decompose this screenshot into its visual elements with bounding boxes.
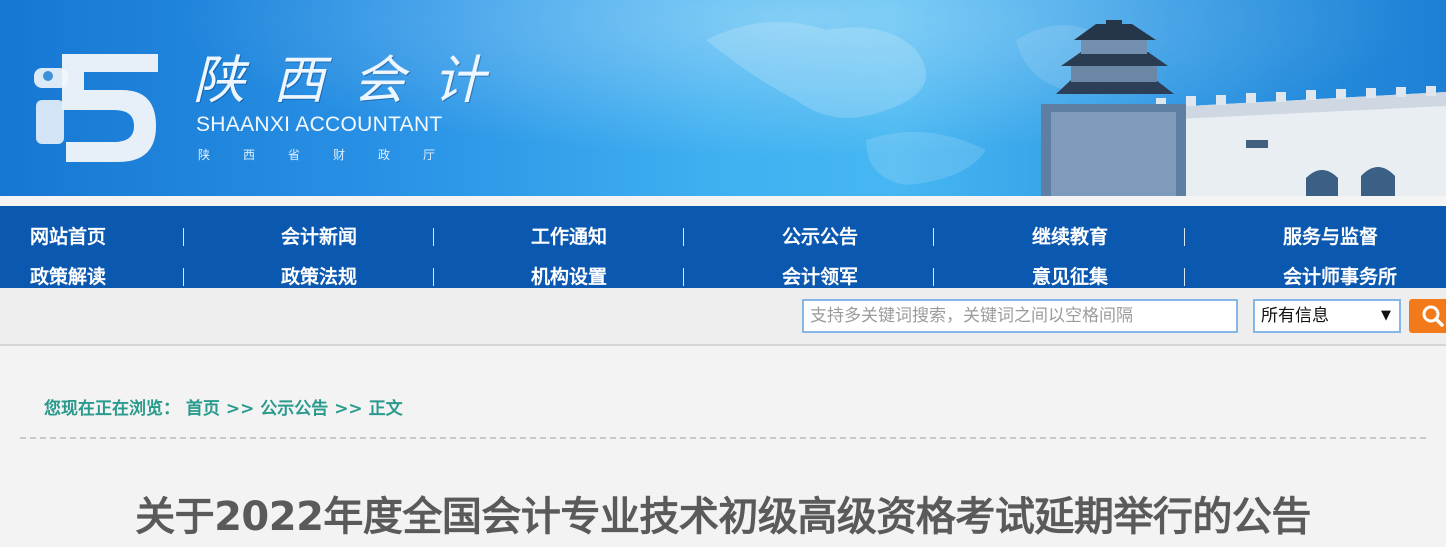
main-navigation: 网站首页 会计新闻 工作通知 公示公告 继续教育 服务与监督 政策解读 政策法规… bbox=[0, 196, 1446, 288]
shaanxi-accounting-logo-icon bbox=[34, 54, 158, 162]
search-input[interactable] bbox=[802, 299, 1238, 333]
breadcrumb-announcements[interactable]: 公示公告 bbox=[260, 399, 328, 419]
site-logo-title: 陕西会计 bbox=[193, 51, 514, 111]
search-button[interactable] bbox=[1409, 299, 1446, 333]
search-bar: 所有信息 ▼ bbox=[0, 288, 1446, 346]
chevron-down-icon: ▼ bbox=[1381, 308, 1391, 323]
nav-separator bbox=[183, 228, 184, 246]
city-wall-illustration bbox=[706, 20, 1446, 196]
nav-separator bbox=[183, 268, 184, 286]
nav-item-public-announcements[interactable]: 公示公告 bbox=[782, 218, 858, 258]
nav-item-home[interactable]: 网站首页 bbox=[30, 218, 106, 258]
breadcrumb-separator: >> bbox=[334, 399, 363, 419]
site-logo-english: SHAANXI ACCOUNTANT bbox=[196, 113, 443, 136]
nav-separator bbox=[1184, 228, 1185, 246]
search-scope-value: 所有信息 bbox=[1261, 306, 1329, 326]
nav-item-work-notices[interactable]: 工作通知 bbox=[531, 218, 607, 258]
site-logo-org: 陕西省财政厅 bbox=[198, 148, 469, 162]
nav-separator bbox=[433, 228, 434, 246]
breadcrumb-home[interactable]: 首页 bbox=[186, 399, 220, 419]
article-title: 关于2022年度全国会计专业技术初级高级资格考试延期举行的公告 bbox=[135, 494, 1311, 540]
nav-separator bbox=[683, 228, 684, 246]
breadcrumb-current: 正文 bbox=[368, 399, 403, 419]
nav-item-accounting-news[interactable]: 会计新闻 bbox=[281, 218, 357, 258]
nav-item-continuing-education[interactable]: 继续教育 bbox=[1032, 218, 1108, 258]
search-icon bbox=[1422, 305, 1444, 327]
nav-item-service-supervision[interactable]: 服务与监督 bbox=[1283, 218, 1378, 258]
nav-separator bbox=[933, 268, 934, 286]
breadcrumb-lead: 您现在正在浏览： bbox=[44, 399, 180, 419]
header-banner: 陕西会计 SHAANXI ACCOUNTANT 陕西省财政厅 bbox=[0, 0, 1446, 196]
breadcrumb: 您现在正在浏览： 首页 >> 公示公告 >> 正文 bbox=[44, 394, 403, 419]
breadcrumb-separator: >> bbox=[225, 399, 255, 419]
nav-separator bbox=[933, 228, 934, 246]
nav-separator bbox=[1184, 268, 1185, 286]
search-scope-select[interactable]: 所有信息 ▼ bbox=[1253, 299, 1401, 333]
content-divider bbox=[20, 437, 1426, 439]
nav-row-1: 网站首页 会计新闻 工作通知 公示公告 继续教育 服务与监督 bbox=[0, 218, 1446, 258]
nav-separator bbox=[683, 268, 684, 286]
nav-separator bbox=[433, 268, 434, 286]
